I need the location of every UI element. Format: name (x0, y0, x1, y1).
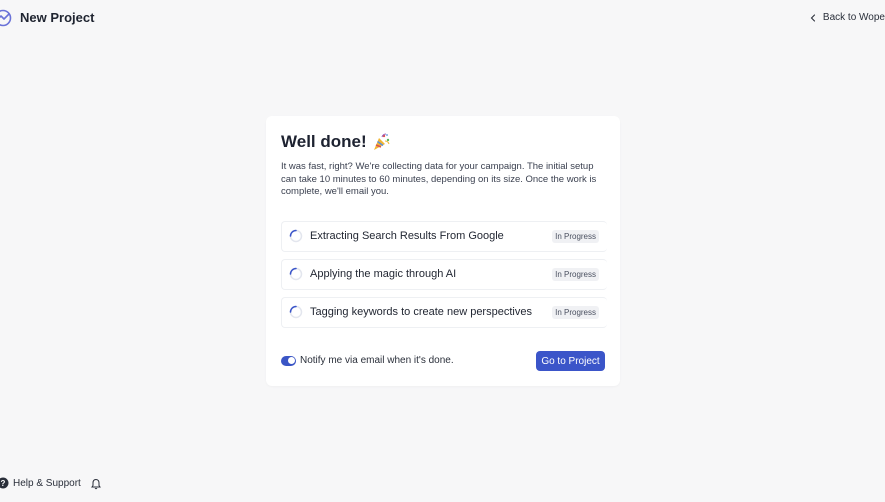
card-title-text: Well done! (281, 132, 367, 151)
page-title: New Project (20, 10, 95, 25)
task-label: Tagging keywords to create new perspecti… (310, 306, 532, 318)
notify-option: Notify me via email when it's done. (281, 355, 454, 366)
success-card: Well done! It was fast, right? We're col… (266, 116, 620, 386)
status-badge: In Progress (552, 306, 599, 319)
status-badge: In Progress (552, 230, 599, 243)
card-description: It was fast, right? We're collecting dat… (281, 161, 597, 198)
chevron-left-icon (810, 13, 815, 22)
logo-icon (0, 9, 12, 27)
task-row: Extracting Search Results From Google In… (281, 221, 607, 252)
help-label: Help & Support (13, 477, 81, 489)
toggle-knob (287, 357, 295, 364)
go-to-project-button[interactable]: Go to Project (536, 351, 605, 371)
spinner-icon (289, 229, 303, 243)
spinner-icon (289, 267, 303, 281)
help-support-link[interactable]: ? Help & Support (0, 477, 81, 489)
task-label: Extracting Search Results From Google (310, 230, 504, 242)
task-row: Tagging keywords to create new perspecti… (281, 297, 607, 328)
card-title: Well done! (281, 132, 391, 152)
task-row: Applying the magic through AI In Progres… (281, 259, 607, 290)
svg-text:?: ? (1, 479, 6, 488)
notify-label: Notify me via email when it's done. (300, 355, 454, 366)
back-link-label: Back to Wope (822, 12, 885, 23)
help-icon: ? (0, 477, 9, 489)
notify-toggle[interactable] (281, 355, 296, 366)
top-bar: New Project Back to Wope (0, 0, 885, 36)
status-badge: In Progress (552, 268, 599, 281)
spinner-icon (289, 305, 303, 319)
party-popper-icon (373, 133, 390, 150)
back-link[interactable]: Back to Wope (809, 12, 885, 23)
bell-icon[interactable] (90, 478, 102, 490)
task-label: Applying the magic through AI (310, 268, 457, 280)
